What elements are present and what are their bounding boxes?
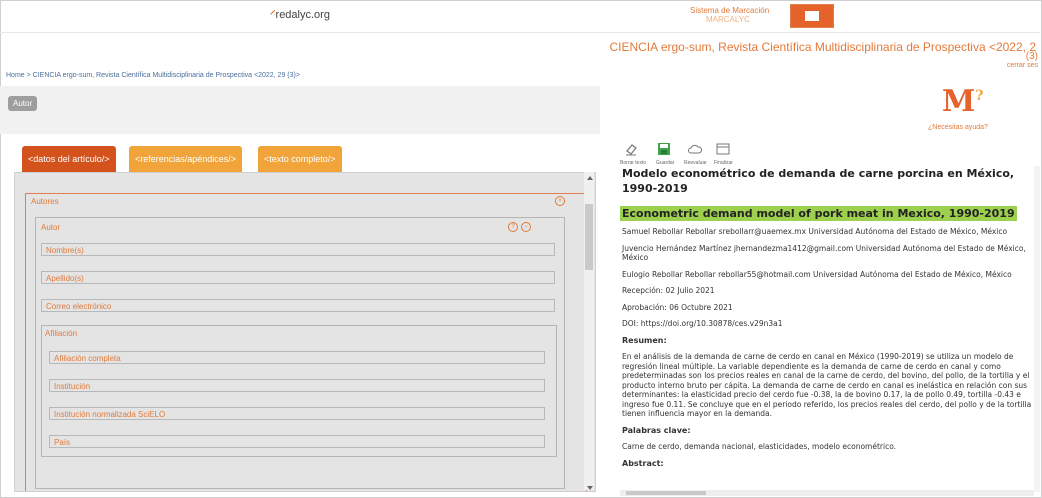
article-horizontal-scrollbar[interactable] [620, 490, 1034, 496]
scroll-down-icon[interactable] [587, 486, 593, 490]
nombre-field[interactable]: Nombre(s) [41, 243, 555, 256]
tab-referencias-apendices[interactable]: <referencias/apéndices/> [129, 146, 243, 172]
institucion-field[interactable]: Institución [49, 379, 545, 392]
form-scrollbar[interactable] [584, 172, 594, 490]
save-icon[interactable] [657, 142, 671, 156]
approved-date: Aprobación: 06 Octubre 2021 [622, 302, 733, 312]
author-toolbar-strip [0, 86, 600, 134]
redalyc-logo-text: redalyc.org [275, 9, 330, 21]
marcalyc-logo-line1: Sistema de Marcación [690, 6, 770, 15]
marcalyc-logo-line2: MARCALYC [706, 15, 750, 24]
article-title-es: Modelo econométrico de demanda de carne … [622, 167, 1015, 195]
article-horizontal-scrollbar-thumb[interactable] [626, 491, 706, 495]
doi-line: DOI: https://doi.org/10.30878/ces.v29n3a… [622, 319, 783, 328]
journal-title: CIENCIA ergo-sum, Revista Científica Mul… [609, 40, 1036, 54]
afiliacion-label: Afiliación [45, 329, 78, 338]
keywords-text: Carne de cerdo, demanda nacional, elasti… [622, 442, 897, 451]
breadcrumb[interactable]: Home > CIENCIA ergo-sum, Revista Científ… [6, 72, 300, 79]
article-title-en: Econometric demand model of pork meat in… [620, 206, 1017, 221]
abstract-heading: Abstract: [622, 458, 664, 468]
author-line: Juvencio Hernández Martínez jhernandezma… [622, 243, 1026, 263]
autor-label: Autor [41, 223, 61, 232]
tab-datos-articulo[interactable]: <datos del artículo/> [22, 146, 116, 172]
resumen-heading: Resumen: [622, 335, 667, 345]
remove-autor-icon[interactable]: − [521, 222, 531, 232]
window-icon[interactable] [716, 142, 730, 156]
article-scrollbar[interactable] [1034, 166, 1040, 492]
autor-button[interactable]: Autor [8, 96, 38, 111]
author-line: Samuel Rebollar Rebollar srebollarr@uaem… [622, 227, 1008, 236]
institucion-scielo-field[interactable]: Institución normalizada SciELO [49, 407, 545, 420]
marcalyc-logo: Sistema de Marcación MARCALYC [690, 4, 834, 28]
remove-autores-icon[interactable]: × [555, 196, 565, 206]
header-divider [0, 32, 1040, 33]
issue-number: (3) [1025, 51, 1038, 62]
marcalyc-logo-icon [790, 4, 834, 28]
apellido-field[interactable]: Apellido(s) [41, 271, 555, 284]
resumen-text: En el análisis de la demanda de carne de… [622, 352, 1032, 418]
help-logo-icon[interactable]: M? [942, 84, 983, 119]
form-scrollbar-thumb[interactable] [585, 204, 593, 270]
help-circle-icon[interactable]: ? [508, 222, 518, 232]
pais-field[interactable]: País [49, 435, 545, 448]
received-date: Recepción: 02 Julio 2021 [622, 286, 715, 295]
afiliacion-completa-field[interactable]: Afiliación completa [49, 351, 545, 364]
cloud-icon[interactable] [688, 142, 702, 156]
keywords-heading: Palabras clave: [622, 425, 691, 435]
tab-texto-completo[interactable]: <texto completo/> [258, 146, 342, 172]
help-link[interactable]: ¿Necesitas ayuda? [928, 124, 988, 131]
email-field[interactable]: Correo electrónico [41, 299, 555, 312]
autores-label: Autores [31, 197, 59, 206]
close-session-link[interactable]: cerrar ses [1007, 62, 1038, 69]
redalyc-logo[interactable]: ⸍redalyc.org [0, 0, 600, 30]
eraser-icon[interactable] [624, 142, 638, 156]
author-line: Eulogio Rebollar Rebollar rebollar55@hot… [622, 269, 1012, 279]
scroll-up-icon[interactable] [587, 176, 593, 180]
article-preview: Modelo econométrico de demanda de carne … [620, 166, 1034, 492]
article-data-panel: Autores × Autor ? − Nombre(s) Apellido(s… [14, 172, 596, 492]
